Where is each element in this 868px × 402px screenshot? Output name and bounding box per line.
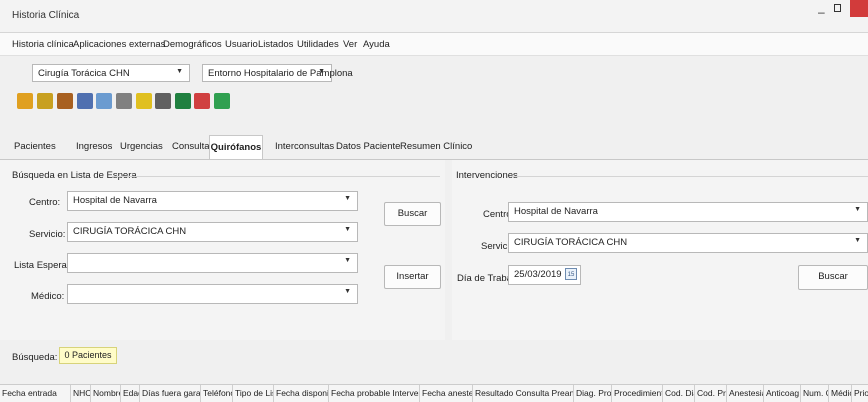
medico-label: Médico: bbox=[31, 291, 65, 302]
tab-interconsultas[interactable]: Interconsultas bbox=[275, 141, 334, 152]
insertar-button[interactable]: Insertar bbox=[384, 265, 441, 289]
column-header[interactable]: Médico bbox=[829, 385, 852, 402]
people-icon[interactable] bbox=[37, 93, 53, 109]
tab-consultas[interactable]: Consultas bbox=[172, 141, 214, 152]
tab-urgencias[interactable]: Urgencias bbox=[120, 141, 163, 152]
buscar-interventions-button[interactable]: Buscar bbox=[798, 265, 868, 290]
printer-icon[interactable] bbox=[155, 93, 171, 109]
int-servicio-select[interactable]: CIRUGÍA TORÁCICA CHN ▼ bbox=[508, 233, 868, 253]
column-header[interactable]: Diag. Proc. bbox=[574, 385, 612, 402]
menu-aplicaciones-externas[interactable]: Aplicaciones externas bbox=[73, 39, 165, 50]
notebook-icon[interactable] bbox=[136, 93, 152, 109]
chevron-down-icon: ▼ bbox=[854, 206, 861, 213]
menu-bar: Historia clínica Aplicaciones externas D… bbox=[0, 33, 868, 56]
close-icon[interactable] bbox=[850, 0, 868, 17]
column-header[interactable]: Fecha anestesia bbox=[420, 385, 473, 402]
tab-datos-paciente[interactable]: Datos Paciente bbox=[336, 141, 400, 152]
minimize-icon[interactable]: – bbox=[818, 5, 825, 19]
tab-bar: Pacientes Ingresos Urgencias Consultas Q… bbox=[0, 135, 868, 160]
menu-ver[interactable]: Ver bbox=[343, 39, 357, 50]
title-bar: Historia Clínica – bbox=[0, 0, 868, 33]
servicio-select-value: CIRUGÍA TORÁCICA CHN bbox=[73, 226, 187, 237]
lista-espera-select[interactable]: ▼ bbox=[67, 253, 358, 273]
save-icon[interactable] bbox=[214, 93, 230, 109]
medico-select[interactable]: ▼ bbox=[67, 284, 358, 304]
transfer-icon[interactable] bbox=[194, 93, 210, 109]
menu-listados[interactable]: Listados bbox=[258, 39, 293, 50]
column-header[interactable]: Cod. Dia bbox=[663, 385, 695, 402]
window-title: Historia Clínica bbox=[12, 10, 80, 21]
column-header[interactable]: Fecha disponible bbox=[274, 385, 329, 402]
chevron-down-icon: ▼ bbox=[344, 257, 351, 264]
centro-select-value: Hospital de Navarra bbox=[73, 195, 157, 206]
waitlist-search-panel bbox=[0, 160, 445, 340]
column-header[interactable]: Num. Col. bbox=[801, 385, 829, 402]
centro-label: Centro: bbox=[29, 197, 61, 208]
environment-select[interactable]: Entorno Hospitalario de Pamplona ▼ bbox=[202, 64, 353, 82]
column-header[interactable]: Teléfono bbox=[201, 385, 233, 402]
int-centro-select[interactable]: Hospital de Navarra ▼ bbox=[508, 202, 868, 222]
pen-icon[interactable] bbox=[77, 93, 93, 109]
column-header[interactable]: Tipo de Lista bbox=[233, 385, 274, 402]
column-header[interactable]: Fecha probable Intervención bbox=[329, 385, 420, 402]
column-header[interactable]: Anestesia bbox=[727, 385, 764, 402]
column-header[interactable]: Resultado Consulta Preanestesia bbox=[473, 385, 574, 402]
service-select-value: Cirugía Torácica CHN bbox=[38, 68, 130, 79]
column-header[interactable]: Procedimiento bbox=[612, 385, 663, 402]
chevron-down-icon: ▼ bbox=[344, 195, 351, 202]
chevron-down-icon: ▼ bbox=[176, 68, 183, 75]
tab-pacientes[interactable]: Pacientes bbox=[14, 141, 56, 152]
menu-historia-clinica[interactable]: Historia clínica bbox=[12, 39, 74, 50]
toolbar bbox=[0, 93, 868, 117]
dia-trabajo-date-field[interactable]: 25/03/2019 15 bbox=[508, 265, 581, 285]
menu-usuario[interactable]: Usuario bbox=[225, 39, 258, 50]
column-header[interactable]: Cod. Pro bbox=[695, 385, 727, 402]
environment-select-value: Entorno Hospitalario de Pamplona bbox=[208, 68, 353, 79]
chevron-down-icon: ▼ bbox=[318, 68, 325, 75]
column-header[interactable]: Nombre bbox=[91, 385, 121, 402]
divider bbox=[512, 176, 868, 177]
funnel-icon[interactable] bbox=[116, 93, 132, 109]
interventions-heading: Intervenciones bbox=[456, 170, 518, 181]
busqueda-label: Búsqueda: bbox=[12, 352, 58, 363]
tab-resumen-clinico[interactable]: Resumen Clínico bbox=[400, 141, 472, 152]
excel-icon[interactable] bbox=[175, 93, 191, 109]
service-select[interactable]: Cirugía Torácica CHN ▼ bbox=[32, 64, 190, 82]
tab-quirofanos[interactable]: Quirófanos bbox=[209, 135, 263, 159]
patient-count-badge: 0 Pacientes bbox=[59, 347, 117, 364]
column-header[interactable]: Anticoag bbox=[764, 385, 801, 402]
scissors-icon[interactable] bbox=[57, 93, 73, 109]
lista-espera-label: Lista Espera: bbox=[14, 260, 70, 271]
exit-icon[interactable] bbox=[17, 93, 33, 109]
tab-ingresos[interactable]: Ingresos bbox=[76, 141, 112, 152]
column-header[interactable]: Fecha entrada bbox=[0, 385, 71, 402]
servicio-label: Servicio: bbox=[29, 229, 66, 240]
int-centro-select-value: Hospital de Navarra bbox=[514, 206, 598, 217]
menu-demograficos[interactable]: Demográficos bbox=[163, 39, 222, 50]
chevron-down-icon: ▼ bbox=[344, 226, 351, 233]
calendar-icon[interactable]: 15 bbox=[565, 268, 577, 280]
menu-ayuda[interactable]: Ayuda bbox=[363, 39, 390, 50]
document-icon[interactable] bbox=[96, 93, 112, 109]
menu-utilidades[interactable]: Utilidades bbox=[297, 39, 339, 50]
divider bbox=[112, 176, 440, 177]
chevron-down-icon: ▼ bbox=[344, 288, 351, 295]
int-servicio-select-value: CIRUGÍA TORÁCICA CHN bbox=[514, 237, 628, 248]
servicio-select[interactable]: CIRUGÍA TORÁCICA CHN ▼ bbox=[67, 222, 358, 242]
column-header[interactable]: Priorid bbox=[852, 385, 868, 402]
maximize-icon[interactable] bbox=[834, 4, 841, 12]
column-header[interactable]: Días fuera garantía bbox=[140, 385, 201, 402]
column-header[interactable]: Edad bbox=[121, 385, 140, 402]
results-grid-header: Fecha entrada NHC Nombre Edad Días fuera… bbox=[0, 384, 868, 402]
column-header[interactable]: NHC bbox=[71, 385, 91, 402]
centro-select[interactable]: Hospital de Navarra ▼ bbox=[67, 191, 358, 211]
chevron-down-icon: ▼ bbox=[854, 237, 861, 244]
buscar-waitlist-button[interactable]: Buscar bbox=[384, 202, 441, 226]
dia-trabajo-value: 25/03/2019 bbox=[514, 269, 562, 280]
